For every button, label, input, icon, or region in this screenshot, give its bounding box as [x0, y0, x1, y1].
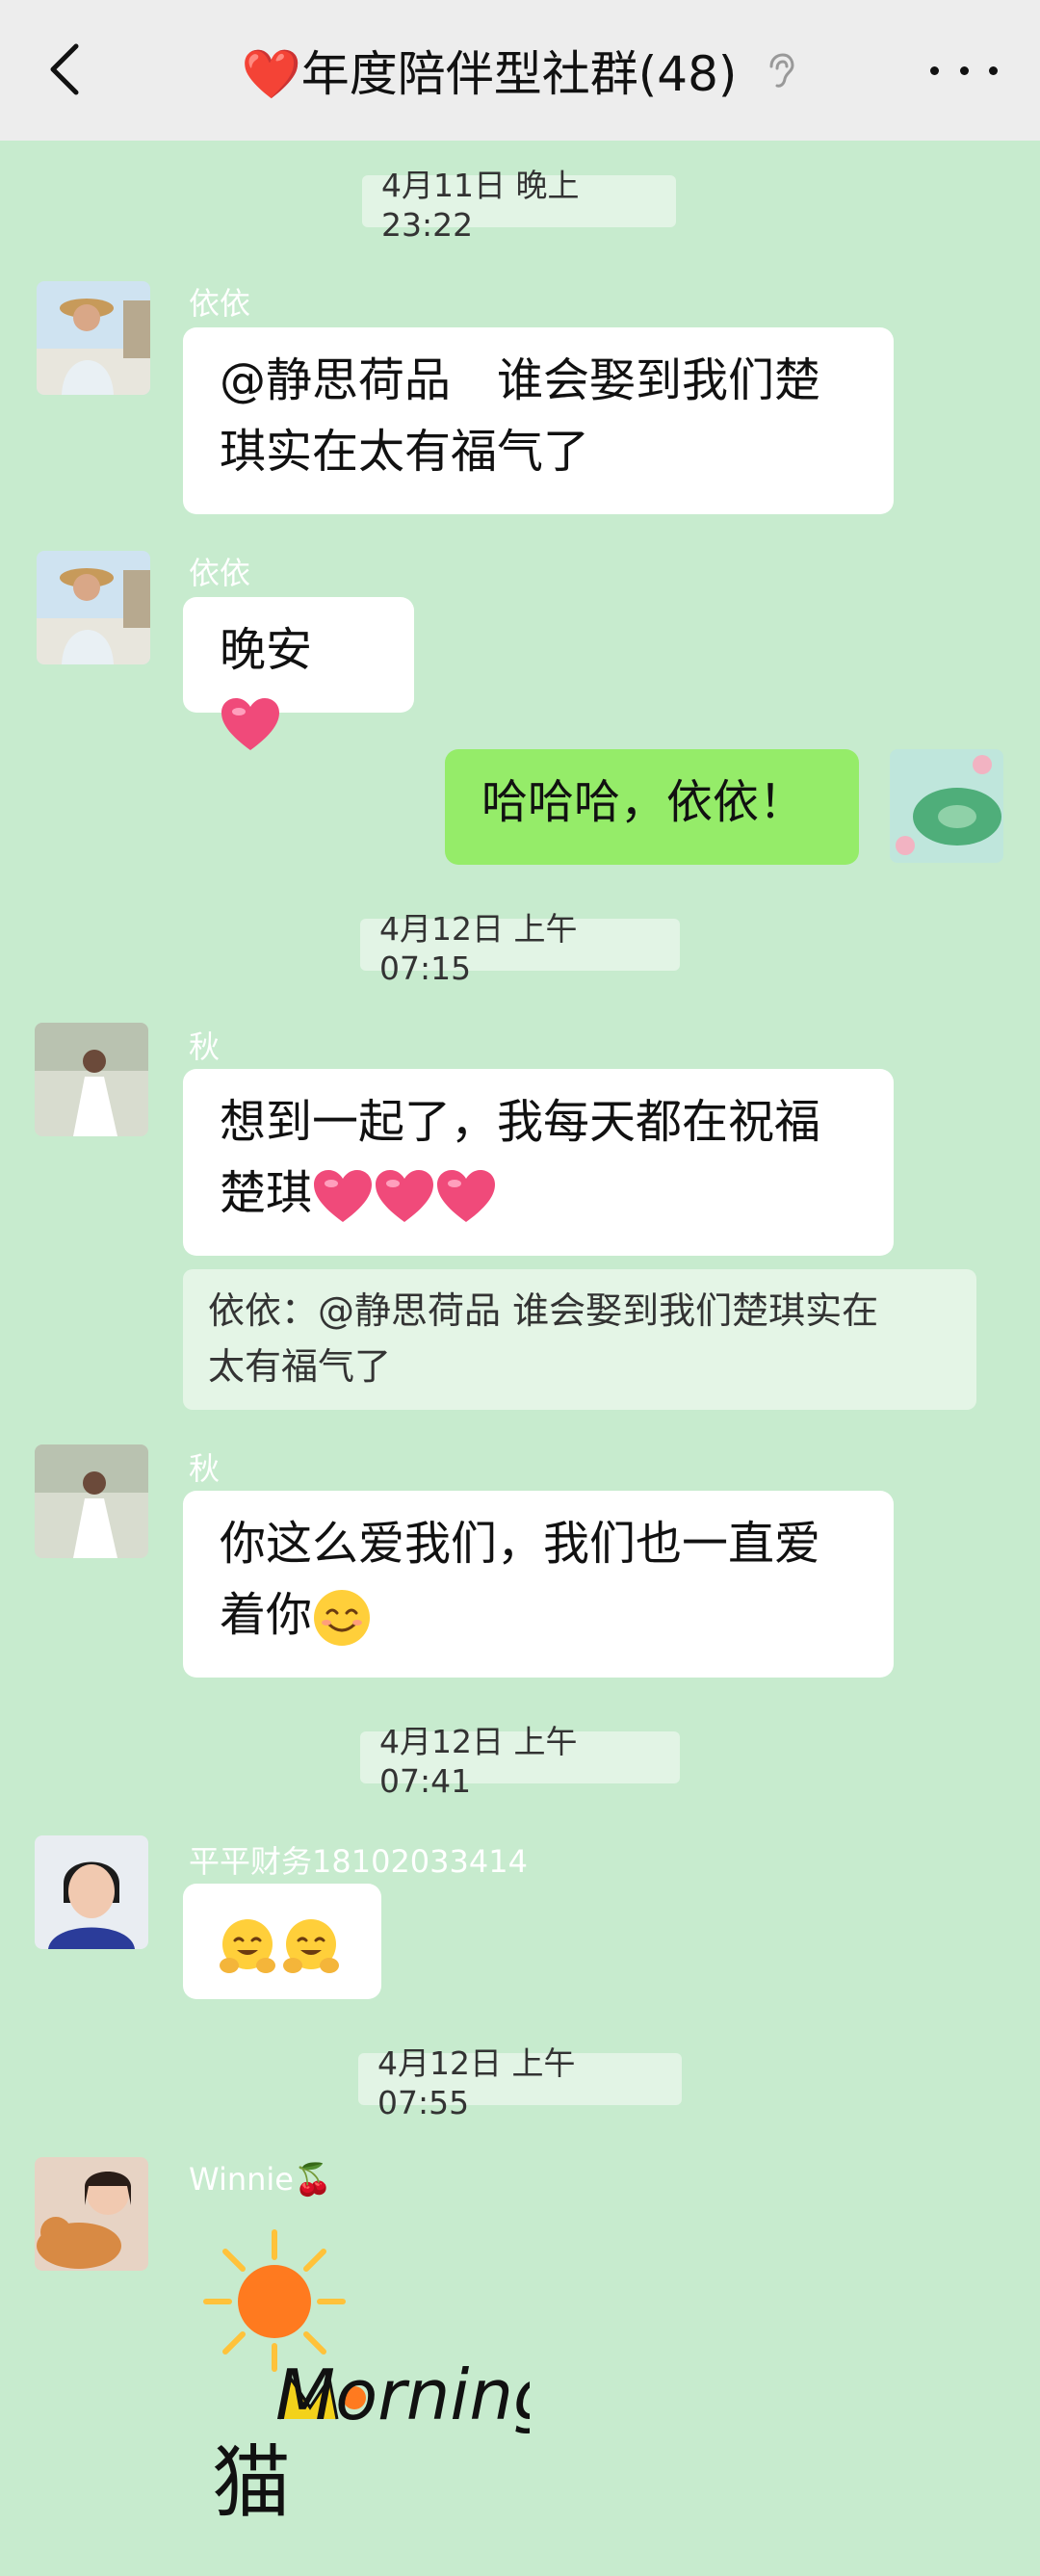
- sender-name: Winnie🍒: [189, 2161, 332, 2198]
- quoted-text-line: 依依：@静思荷品 谁会娶到我们楚琪实在: [208, 1289, 879, 1332]
- ear-icon: [769, 53, 794, 88]
- avatar[interactable]: [35, 1444, 148, 1558]
- hug-emoji-icon: [220, 1919, 275, 1973]
- sender-name: 秋: [189, 1450, 221, 1487]
- message-text: 楚琪: [220, 1166, 313, 1220]
- lotus-avatar-photo: [890, 749, 1003, 863]
- sender-name: 秋: [189, 1028, 221, 1065]
- timestamp: 4月12日 上午07:15: [360, 910, 680, 987]
- chat-header: ❤️年度陪伴型社群(48): [0, 0, 1040, 141]
- heart-emoji-icon: [314, 1170, 373, 1222]
- avatar-photo: [37, 551, 150, 664]
- avatar-photo: [37, 281, 150, 395]
- more-dots-icon: [930, 65, 939, 75]
- message-text-line: 琪实在太有福气了: [220, 425, 590, 479]
- avatar-photo: [35, 2157, 148, 2271]
- hug-emoji-icon: [283, 1919, 339, 1973]
- timestamp: 4月12日 上午07:41: [360, 1723, 680, 1800]
- message-text-line: 楚琪: [220, 1158, 857, 1229]
- timestamp: 4月12日 上午07:55: [358, 2044, 682, 2121]
- back-button[interactable]: [35, 40, 92, 98]
- sender-name: 平平财务18102033414: [189, 1843, 528, 1880]
- avatar-photo: [35, 1835, 148, 1949]
- avatar[interactable]: [35, 2157, 148, 2271]
- message-text: 着你: [220, 1588, 313, 1642]
- chat-title: ❤️年度陪伴型社群(48): [241, 46, 738, 102]
- sun-icon: [238, 2265, 311, 2338]
- message-bubble[interactable]: 你这么爱我们，我们也一直爱 着你: [183, 1491, 894, 1678]
- chevron-left-icon: [50, 43, 79, 95]
- avatar[interactable]: [35, 1023, 148, 1136]
- message-bubble-self[interactable]: 哈哈哈，依依！: [445, 749, 859, 865]
- message-text: 晚安: [220, 623, 313, 677]
- message-bubble[interactable]: @静思荷品 谁会娶到我们楚 琪实在太有福气了: [183, 327, 894, 514]
- smile-emoji-icon: [314, 1590, 371, 1646]
- sender-name: 依依: [189, 285, 251, 322]
- message-bubble[interactable]: 想到一起了，我每天都在祝福 楚琪: [183, 1069, 894, 1256]
- sticker-text: Morning: [275, 2355, 530, 2435]
- message-bubble[interactable]: [183, 1884, 381, 1999]
- avatar-photo: [35, 1023, 148, 1136]
- avatar-photo: [35, 1444, 148, 1558]
- more-button[interactable]: [930, 48, 998, 92]
- message-text-line: 想到一起了，我每天都在祝福: [220, 1095, 821, 1149]
- message-text-line: @静思荷品 谁会娶到我们楚: [220, 353, 821, 407]
- avatar[interactable]: [35, 1835, 148, 1949]
- dot: [959, 65, 969, 75]
- message-text-line: 你这么爱我们，我们也一直爱: [220, 1517, 821, 1571]
- chat-title-area[interactable]: ❤️年度陪伴型社群(48): [242, 36, 799, 105]
- morning-cat-sticker: Morning 猫: [203, 2229, 558, 2529]
- heart-emoji-icon: [437, 1170, 496, 1222]
- avatar[interactable]: [37, 281, 150, 395]
- message-text-line: 着你: [220, 1579, 857, 1651]
- heart-emoji-icon: [221, 698, 279, 750]
- message-text: 哈哈哈，依依！: [481, 775, 806, 829]
- sender-name: 依依: [189, 555, 251, 591]
- timestamp: 4月11日 晚上23:22: [362, 167, 676, 244]
- dot: [989, 65, 998, 75]
- self-avatar[interactable]: [890, 749, 1003, 863]
- sticker-char: 猫: [212, 2437, 291, 2529]
- heart-emoji-icon: [376, 1170, 434, 1222]
- message-bubble[interactable]: 晚安: [183, 597, 414, 750]
- avatar[interactable]: [37, 551, 150, 664]
- quoted-text-line: 太有福气了: [208, 1345, 392, 1388]
- quoted-message[interactable]: 依依：@静思荷品 谁会娶到我们楚琪实在 太有福气了: [183, 1269, 976, 1410]
- sticker-message[interactable]: Morning 猫: [183, 2205, 558, 2552]
